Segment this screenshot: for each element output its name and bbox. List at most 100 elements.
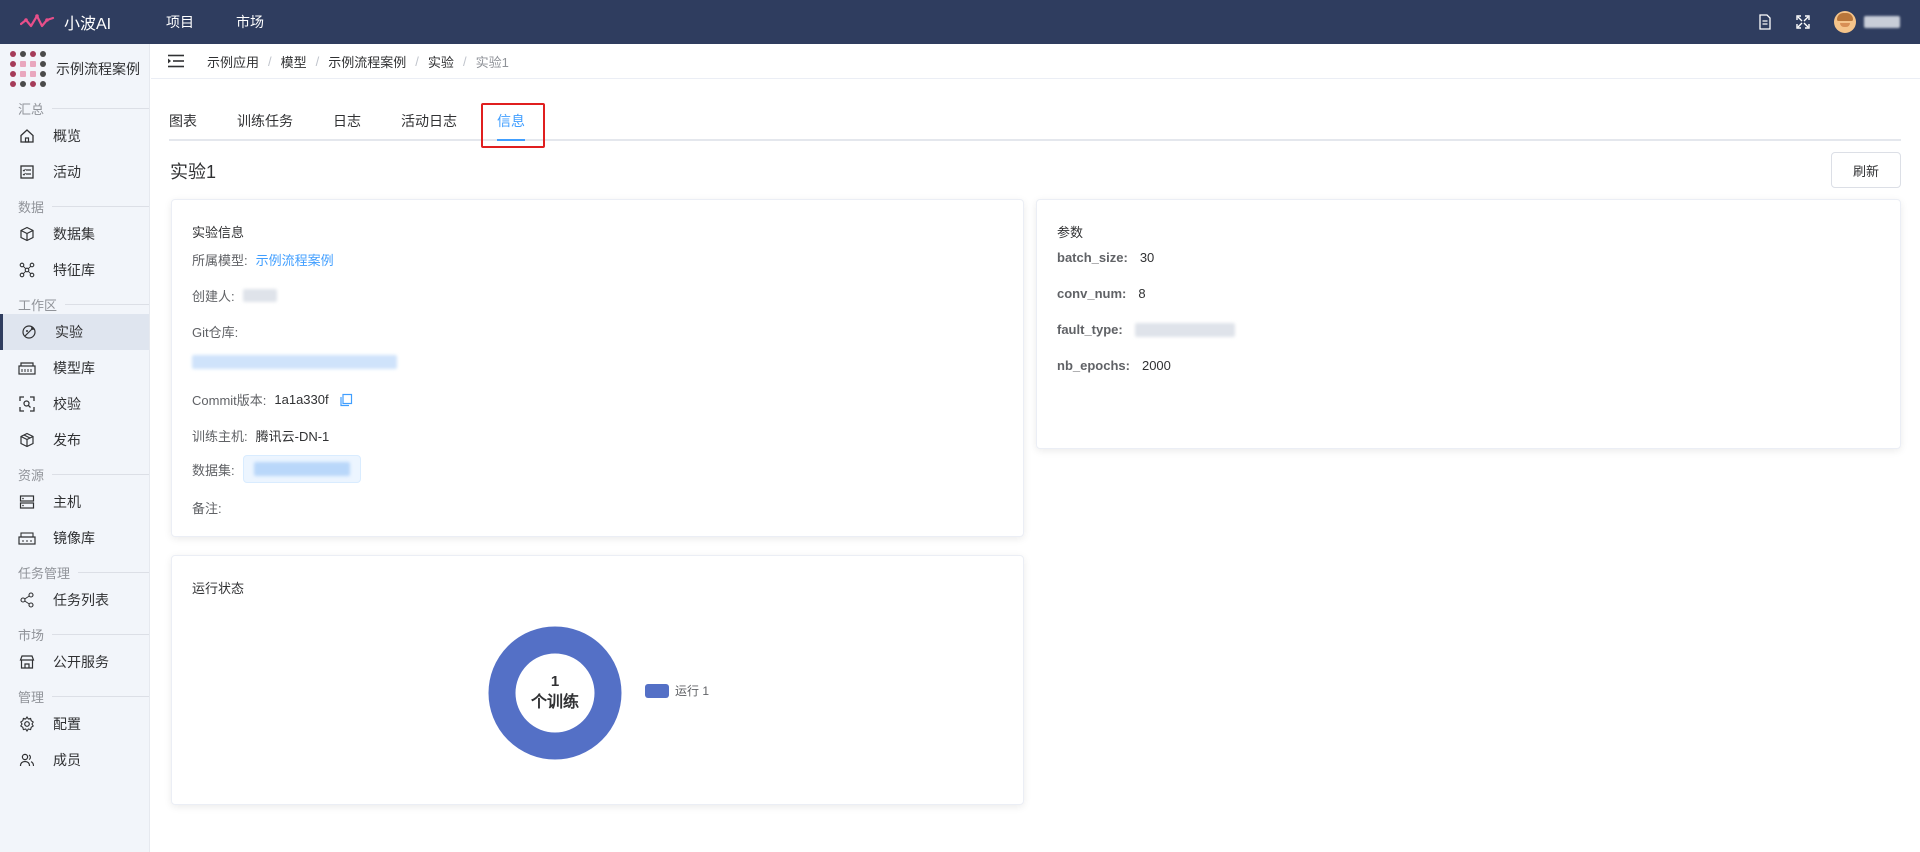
main-content: 示例应用 / 模型 / 示例流程案例 / 实验 / 实验1 图表 训练任务 日志…	[151, 44, 1920, 852]
menu-toggle-icon[interactable]	[167, 54, 185, 68]
card-title: 参数	[1057, 225, 1084, 240]
param-key: conv_num:	[1057, 286, 1127, 301]
copy-icon[interactable]	[339, 393, 353, 407]
donut-center-label: 1 个训练	[488, 626, 622, 760]
sidebar-item-label: 校验	[53, 396, 81, 412]
sidebar-item-label: 发布	[53, 432, 81, 448]
breadcrumb-separator: /	[268, 53, 272, 69]
tasks-icon	[18, 591, 36, 609]
info-row-dataset: 数据集:	[192, 455, 361, 483]
breadcrumb-project[interactable]: 示例流程案例	[328, 52, 406, 71]
sidebar-item-image-repo[interactable]: 镜像库	[0, 520, 149, 556]
username-redacted[interactable]	[1864, 16, 1900, 28]
info-label: Git仓库:	[192, 325, 239, 340]
sidebar-item-public-services[interactable]: 公开服务	[0, 644, 149, 680]
info-row-git: Git仓库:	[192, 322, 246, 341]
sidebar-item-label: 配置	[53, 716, 81, 732]
param-row: fault_type:	[1057, 322, 1235, 337]
status-donut-chart: 1 个训练	[488, 626, 622, 760]
info-label: 所属模型:	[192, 253, 248, 268]
breadcrumb-experiments[interactable]: 实验	[428, 52, 454, 71]
donut-count: 1	[550, 673, 560, 690]
model-link[interactable]: 示例流程案例	[256, 250, 334, 269]
chart-legend[interactable]: 运行 1	[645, 682, 709, 699]
commit-value: 1a1a330f	[274, 392, 329, 407]
topbar-actions	[1736, 0, 1900, 44]
wave-logo-icon	[20, 14, 55, 28]
sidebar-item-publish[interactable]: 发布	[0, 422, 149, 458]
info-row-note: 备注:	[192, 498, 230, 517]
image-repo-icon	[18, 529, 36, 547]
members-icon	[18, 751, 36, 769]
param-key: fault_type:	[1057, 322, 1123, 337]
scan-icon	[18, 395, 36, 413]
param-key: batch_size:	[1057, 250, 1128, 265]
param-row: batch_size: 30	[1057, 250, 1154, 265]
graph-icon	[18, 261, 36, 279]
info-row-host: 训练主机: 腾讯云-DN-1	[192, 426, 329, 445]
section-workspace: 工作区	[0, 294, 149, 314]
card-title: 运行状态	[192, 581, 245, 596]
topnav-projects[interactable]: 项目	[166, 12, 194, 32]
topnav-market[interactable]: 市场	[236, 12, 264, 32]
tab-activity-logs[interactable]: 活动日志	[401, 101, 457, 141]
document-icon[interactable]	[1756, 13, 1774, 31]
legend-label: 运行 1	[675, 684, 710, 698]
dataset-tag[interactable]	[242, 455, 361, 483]
info-row-model: 所属模型: 示例流程案例	[192, 250, 334, 269]
sidebar-item-overview[interactable]: 概览	[0, 118, 149, 154]
breadcrumb-model[interactable]: 模型	[281, 52, 307, 71]
sidebar-item-label: 公开服务	[53, 654, 109, 670]
sidebar-item-label: 特征库	[53, 262, 95, 278]
project-header[interactable]: 示例流程案例	[0, 44, 149, 94]
project-logo	[10, 50, 47, 88]
tab-info[interactable]: 信息	[497, 101, 525, 141]
param-value-redacted	[1134, 322, 1235, 337]
sidebar-item-hosts[interactable]: 主机	[0, 484, 149, 520]
cube-icon	[18, 225, 36, 243]
param-value: 2000	[1141, 358, 1171, 373]
tab-training-tasks[interactable]: 训练任务	[237, 101, 293, 141]
package-icon	[18, 431, 36, 449]
info-label: 训练主机:	[192, 429, 248, 444]
breadcrumb-current: 实验1	[475, 54, 509, 70]
sidebar-item-features[interactable]: 特征库	[0, 252, 149, 288]
sidebar-item-label: 成员	[53, 752, 81, 768]
sidebar-item-experiments[interactable]: 实验	[0, 314, 149, 350]
sidebar-item-models[interactable]: 模型库	[0, 350, 149, 386]
sidebar-item-label: 实验	[55, 324, 83, 340]
store-icon	[18, 653, 36, 671]
info-row-commit: Commit版本: 1a1a330f	[192, 390, 353, 409]
sidebar-item-activity[interactable]: 活动	[0, 154, 149, 190]
refresh-button[interactable]: 刷新	[1831, 152, 1901, 188]
section-task-management: 任务管理	[0, 562, 149, 582]
avatar[interactable]	[1834, 11, 1856, 33]
param-value: 30	[1139, 250, 1155, 265]
model-icon	[18, 359, 36, 377]
sidebar-item-settings[interactable]: 配置	[0, 706, 149, 742]
fullscreen-icon[interactable]	[1794, 13, 1812, 31]
section-data: 数据	[0, 196, 149, 216]
tab-charts[interactable]: 图表	[169, 101, 197, 141]
tab-logs[interactable]: 日志	[333, 101, 361, 141]
host-value: 腾讯云-DN-1	[255, 429, 330, 444]
sidebar-item-members[interactable]: 成员	[0, 742, 149, 778]
page-title: 实验1	[170, 162, 217, 182]
sidebar-item-validation[interactable]: 校验	[0, 386, 149, 422]
sidebar-item-datasets[interactable]: 数据集	[0, 216, 149, 252]
server-icon	[18, 493, 36, 511]
breadcrumb-app[interactable]: 示例应用	[207, 52, 259, 71]
brand[interactable]: 小波AI	[20, 10, 142, 34]
settings-icon	[18, 715, 36, 733]
param-key: nb_epochs:	[1057, 358, 1130, 373]
info-label: 备注:	[192, 501, 222, 516]
sidebar-item-task-list[interactable]: 任务列表	[0, 582, 149, 618]
sidebar: 示例流程案例 汇总 概览 活动 数据 数据集 特征库 工作区 实验 模型库 校验…	[0, 44, 150, 852]
card-title: 实验信息	[192, 225, 245, 240]
git-url-redacted[interactable]	[192, 355, 397, 369]
experiment-info-card: 实验信息 所属模型: 示例流程案例 创建人: Git仓库: Commit版本: …	[171, 199, 1024, 537]
info-label: 创建人:	[192, 289, 235, 304]
param-value: 8	[1138, 286, 1146, 301]
info-label: 数据集:	[192, 462, 235, 478]
sidebar-item-label: 任务列表	[53, 592, 109, 608]
